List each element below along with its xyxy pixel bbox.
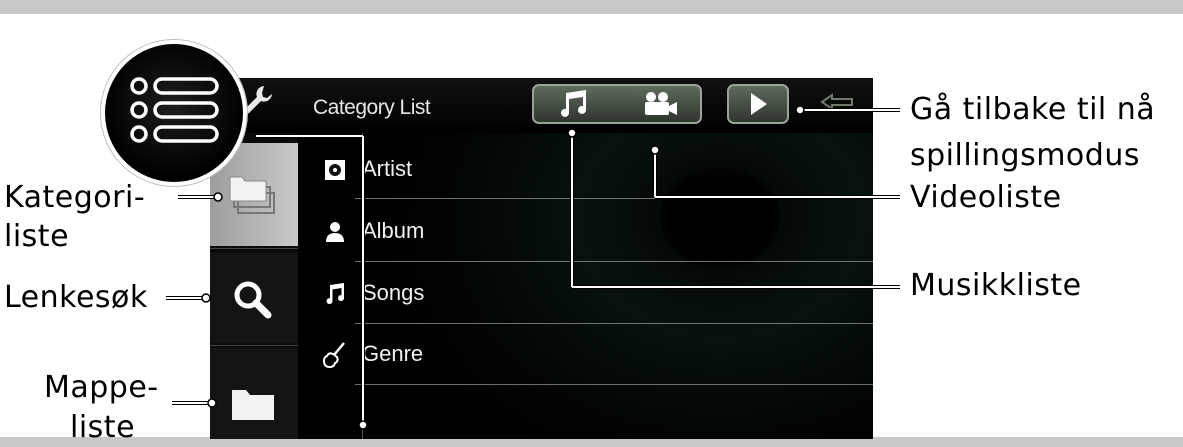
album-icon: [326, 222, 344, 242]
list-menu-icon: [130, 77, 219, 143]
artist-icon: [325, 160, 345, 180]
folder-icon: [232, 390, 274, 420]
list-item-label: Genre: [362, 341, 424, 366]
sidebar-item-link-search[interactable]: [210, 253, 298, 343]
row-divider: [355, 323, 873, 324]
head-unit-screen: Category List Artist Album Songs Genre: [210, 78, 873, 439]
sidebar-divider: [210, 345, 298, 346]
list-item-label: Songs: [362, 280, 425, 305]
callout-music: Musikkliste: [910, 268, 1082, 303]
callout-back-line1: Gå tilbake til nå: [910, 92, 1156, 127]
play-icon: [751, 93, 767, 115]
list-item-songs[interactable]: Songs: [310, 264, 870, 324]
callout-folder-line1: Mappe-: [44, 370, 159, 405]
guitar-icon: [322, 342, 345, 369]
sidebar-item-folder-list[interactable]: [210, 348, 298, 439]
list-item-album[interactable]: Album: [310, 202, 870, 262]
row-divider: [355, 198, 873, 199]
callout-back-line2: spillingsmodus: [910, 138, 1140, 173]
row-divider: [355, 261, 873, 262]
return-to-playback-button[interactable]: [727, 84, 789, 124]
screen-title: Category List: [313, 96, 431, 119]
wrench-icon[interactable]: [242, 83, 276, 117]
list-item-label: Album: [362, 218, 425, 243]
media-type-toggle: [532, 84, 702, 124]
category-menu-bubble[interactable]: [101, 40, 247, 186]
callout-category-line2: liste: [4, 219, 70, 254]
music-note-icon: [326, 283, 345, 305]
row-divider: [355, 384, 873, 385]
video-list-button[interactable]: [629, 89, 689, 119]
list-item-genre[interactable]: Genre: [310, 325, 870, 385]
callout-category-line1: Kategori-: [4, 180, 146, 215]
music-list-button[interactable]: [546, 89, 606, 119]
back-arrow-icon: [820, 93, 853, 111]
callout-video: Videoliste: [910, 180, 1062, 215]
list-item-artist[interactable]: Artist: [310, 140, 870, 200]
callout-folder-line2: liste: [70, 410, 136, 445]
title-bar: Category List: [210, 78, 873, 133]
list-item-label: Artist: [362, 156, 413, 181]
sidebar-divider: [210, 248, 298, 249]
callout-search: Lenkesøk: [4, 280, 148, 315]
top-border: [0, 0, 1183, 14]
search-icon: [234, 281, 272, 319]
